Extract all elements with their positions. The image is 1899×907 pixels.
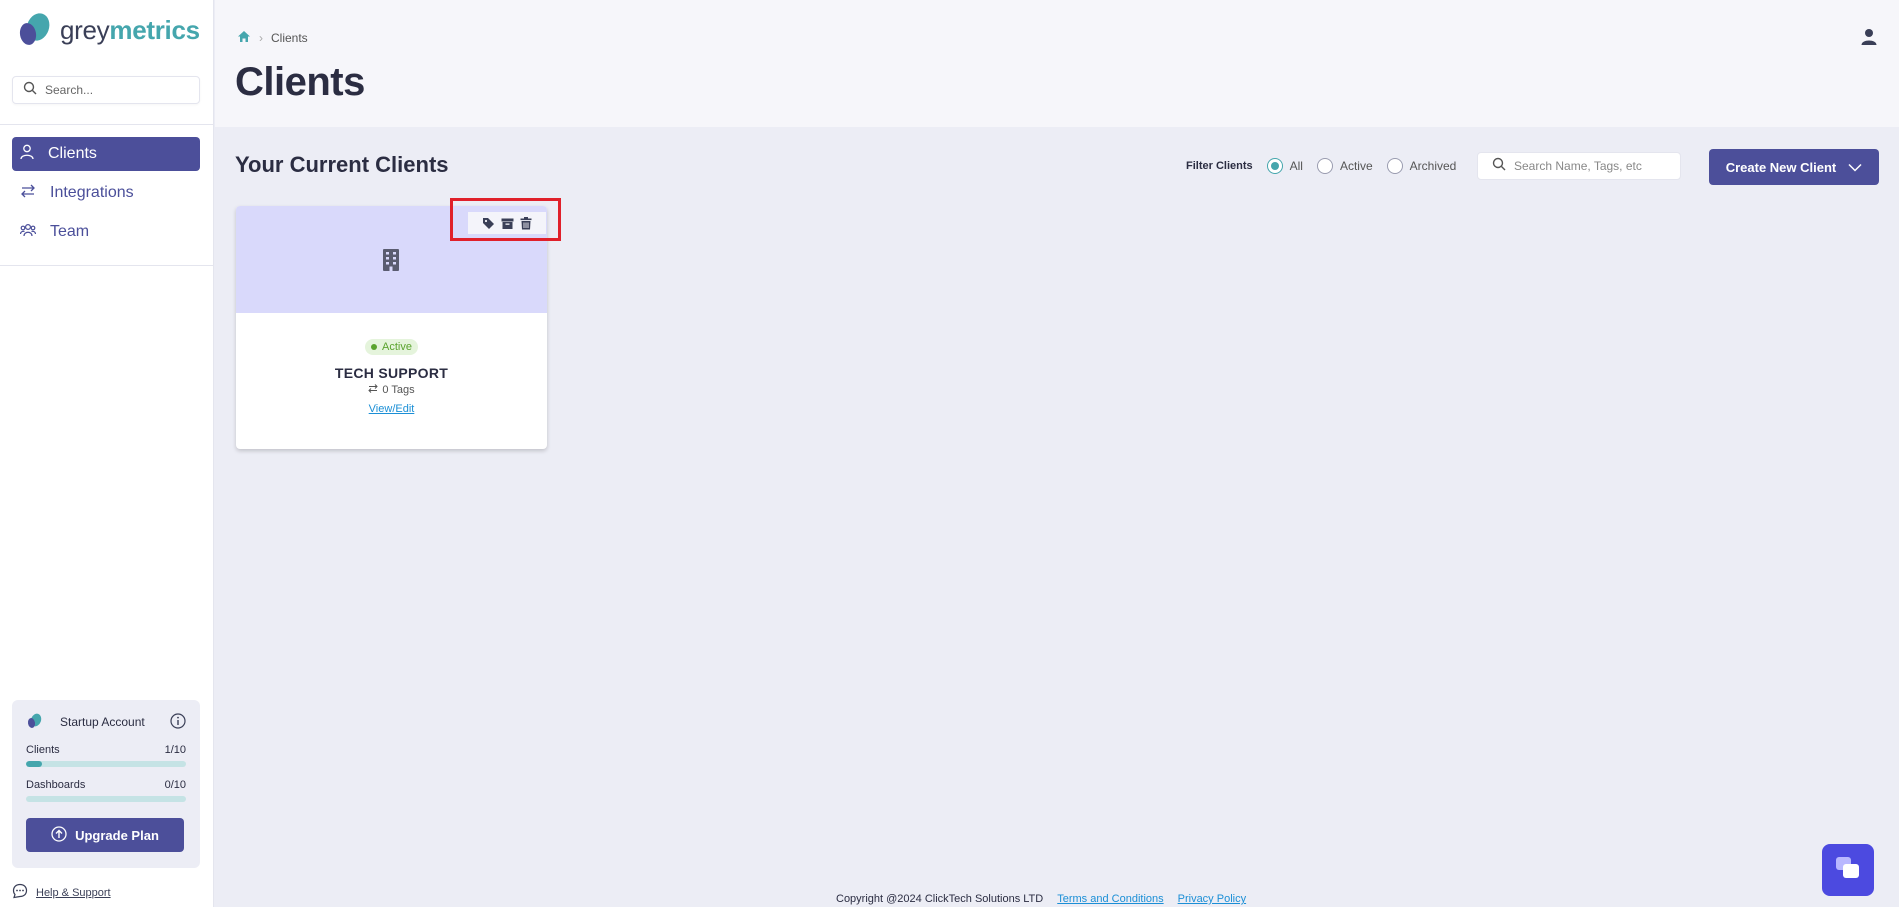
- page-title: Clients: [235, 60, 365, 104]
- sidebar-item-label: Clients: [48, 145, 97, 162]
- status-label: Active: [382, 341, 412, 353]
- sidebar-search[interactable]: [12, 76, 200, 104]
- chat-bubble-icon: [12, 883, 28, 902]
- dashboards-meter-label: Dashboards: [26, 779, 86, 791]
- sidebar-item-clients[interactable]: Clients: [12, 137, 200, 171]
- clients-meter-value: 1/10: [164, 744, 186, 756]
- dashboards-meter: Dashboards 0/10: [26, 779, 186, 802]
- chevron-right-icon: ›: [259, 31, 263, 45]
- logo[interactable]: greymetrics: [16, 12, 200, 48]
- client-search-input[interactable]: [1514, 159, 1664, 173]
- sidebar-item-label: Integrations: [50, 184, 134, 201]
- view-edit-link[interactable]: View/Edit: [369, 403, 415, 415]
- sidebar-search-input[interactable]: [45, 83, 185, 97]
- client-filter: Filter Clients All Active Archived: [1186, 156, 1470, 176]
- page-footer: Copyright @2024 ClickTech Solutions LTD …: [836, 893, 1246, 905]
- greymetrics-logo-icon: [16, 12, 52, 48]
- radio-unchecked-icon: [1386, 158, 1403, 174]
- radio-checked-icon: [1266, 158, 1283, 174]
- create-new-client-button[interactable]: Create New Client: [1709, 149, 1879, 185]
- sidebar-item-team[interactable]: Team: [12, 215, 200, 249]
- sidebar-item-label: Team: [50, 223, 90, 240]
- copyright-text: Copyright @2024 ClickTech Solutions LTD: [836, 893, 1044, 905]
- client-tags: 0 Tags: [236, 384, 547, 396]
- user-icon: [20, 144, 34, 165]
- chevron-down-icon: [1848, 160, 1862, 175]
- status-dot-icon: [371, 344, 378, 350]
- search-icon: [1492, 157, 1506, 176]
- client-tags-count: 0 Tags: [382, 384, 415, 396]
- tag-icon[interactable]: [482, 217, 495, 230]
- home-icon[interactable]: [237, 30, 251, 46]
- sidebar-item-integrations[interactable]: Integrations: [12, 176, 200, 210]
- filter-option-label: Archived: [1409, 159, 1457, 173]
- plan-name: Startup Account: [60, 715, 145, 729]
- client-search[interactable]: [1477, 152, 1681, 180]
- archive-icon[interactable]: [501, 217, 514, 230]
- building-icon: [381, 248, 401, 277]
- terms-link[interactable]: Terms and Conditions: [1057, 893, 1163, 905]
- logo-text: greymetrics: [60, 14, 200, 45]
- plan-logo-icon: [26, 713, 42, 732]
- divider: [0, 124, 214, 125]
- info-icon[interactable]: [170, 712, 186, 732]
- card-actions-toolbar: [468, 212, 546, 234]
- chat-widget-button[interactable]: [1822, 844, 1874, 896]
- filter-all-radio[interactable]: All: [1266, 158, 1303, 174]
- arrows-swap-icon: [20, 184, 36, 203]
- user-account-icon[interactable]: [1861, 28, 1877, 51]
- chat-widget-icon: [1835, 856, 1861, 885]
- clients-meter-fill: [26, 761, 42, 767]
- filter-label: Filter Clients: [1186, 160, 1253, 172]
- client-card[interactable]: Active TECH SUPPORT 0 Tags View/Edit: [236, 206, 547, 449]
- filter-option-label: Active: [1339, 159, 1373, 173]
- clients-meter-label: Clients: [26, 744, 60, 756]
- radio-unchecked-icon: [1316, 158, 1333, 174]
- filter-option-label: All: [1289, 159, 1303, 173]
- trash-icon[interactable]: [520, 216, 532, 230]
- status-badge: Active: [365, 339, 418, 355]
- breadcrumb-current: Clients: [271, 31, 308, 45]
- page-header: › Clients Clients: [215, 0, 1899, 127]
- clients-meter: Clients 1/10: [26, 744, 186, 767]
- filter-archived-radio[interactable]: Archived: [1386, 158, 1457, 174]
- client-card-body: Active TECH SUPPORT 0 Tags View/Edit: [236, 313, 547, 417]
- filter-active-radio[interactable]: Active: [1316, 158, 1373, 174]
- section-title: Your Current Clients: [235, 152, 449, 177]
- upload-circle-icon: [51, 825, 67, 845]
- breadcrumb: › Clients: [237, 30, 308, 46]
- sidebar-nav: Clients Integrations Team: [12, 137, 200, 254]
- sidebar: greymetrics Clients Integrations Team: [0, 0, 214, 907]
- team-icon: [19, 223, 37, 242]
- account-panel: Startup Account Clients 1/10 Dashboards …: [12, 700, 200, 868]
- upgrade-plan-button[interactable]: Upgrade Plan: [26, 818, 184, 852]
- privacy-link[interactable]: Privacy Policy: [1178, 893, 1246, 905]
- help-support-label: Help & Support: [36, 886, 111, 899]
- arrows-swap-icon: [368, 384, 379, 396]
- upgrade-plan-label: Upgrade Plan: [75, 827, 159, 843]
- client-name: TECH SUPPORT: [334, 365, 449, 381]
- create-new-client-label: Create New Client: [1725, 159, 1837, 175]
- search-icon: [23, 81, 37, 100]
- dashboards-meter-value: 0/10: [164, 779, 186, 791]
- divider: [0, 265, 214, 266]
- client-card-header: [236, 206, 547, 313]
- help-support-link[interactable]: Help & Support: [12, 883, 111, 902]
